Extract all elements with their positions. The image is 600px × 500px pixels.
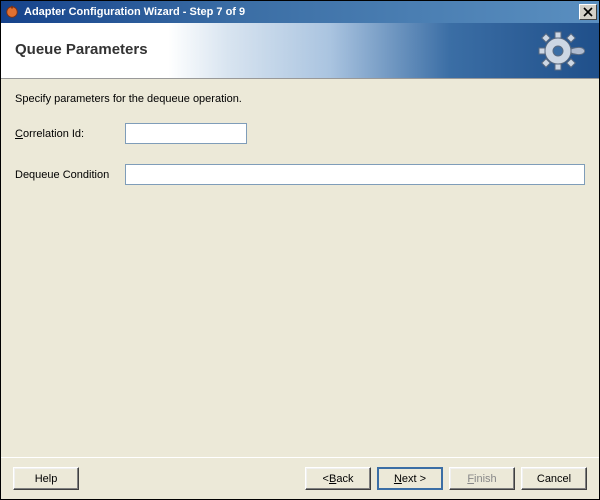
instruction-text: Specify parameters for the dequeue opera… <box>15 93 585 105</box>
correlation-label: Correlation Id: <box>15 128 125 140</box>
titlebar-text: Adapter Configuration Wizard - Step 7 of… <box>24 6 579 18</box>
close-button[interactable] <box>579 4 597 20</box>
dequeue-input[interactable] <box>125 164 585 185</box>
back-button[interactable]: < Back <box>305 467 371 490</box>
titlebar: Adapter Configuration Wizard - Step 7 of… <box>1 1 599 23</box>
cancel-button[interactable]: Cancel <box>521 467 587 490</box>
dequeue-label: Dequeue Condition <box>15 169 125 181</box>
dequeue-row: Dequeue Condition <box>15 164 585 185</box>
help-button[interactable]: Help <box>13 467 79 490</box>
correlation-row: Correlation Id: <box>15 123 585 144</box>
next-button[interactable]: Next > <box>377 467 443 490</box>
correlation-input[interactable] <box>125 123 247 144</box>
app-icon <box>4 4 20 20</box>
header-banner: Queue Parameters <box>1 23 599 79</box>
gear-icon <box>535 27 585 78</box>
finish-button: Finish <box>449 467 515 490</box>
footer: Help < Back Next > Finish Cancel <box>1 457 599 499</box>
wizard-window: Adapter Configuration Wizard - Step 7 of… <box>0 0 600 500</box>
page-title: Queue Parameters <box>15 41 148 58</box>
content-area: Specify parameters for the dequeue opera… <box>1 79 599 457</box>
